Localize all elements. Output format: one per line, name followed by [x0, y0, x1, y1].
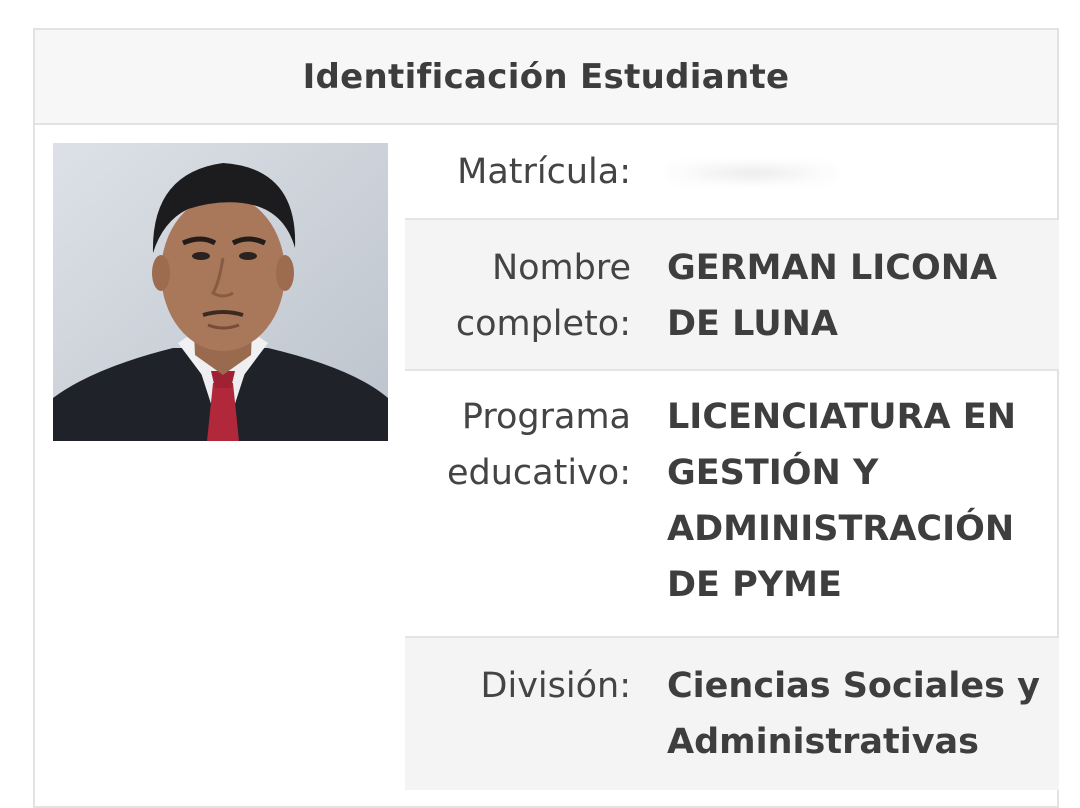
card-header: Identificación Estudiante	[35, 30, 1057, 125]
field-value: LICENCIATURA EN GESTIÓN Y ADMINISTRACIÓN…	[667, 397, 1017, 605]
field-value: Ciencias Sociales y Administrativas	[667, 666, 1040, 762]
row-nombre: Nombre completo: GERMAN LICONA DE LUNA	[405, 220, 1059, 371]
row-division: División: Ciencias Sociales y Administra…	[405, 638, 1059, 790]
student-info: Matrícula: Nombre completo: GERMAN LICON…	[405, 125, 1059, 790]
field-label: División:	[480, 666, 631, 706]
row-matricula: Matrícula:	[405, 125, 1059, 220]
student-id-card: Identificación Estudiante Matrícula: Nom…	[33, 28, 1059, 808]
field-label: Matrícula:	[457, 151, 631, 192]
card-title: Identificación Estudiante	[302, 56, 790, 97]
redacted-value	[667, 159, 837, 186]
student-photo	[53, 143, 388, 441]
student-photo-image	[53, 143, 388, 441]
field-label: Nombre completo:	[455, 248, 631, 344]
field-value-redacted	[631, 144, 1059, 200]
field-value: GERMAN LICONA DE LUNA	[667, 248, 998, 344]
field-label: Programa educativo:	[447, 397, 631, 493]
row-programa: Programa educativo: LICENCIATURA EN GEST…	[405, 371, 1059, 638]
